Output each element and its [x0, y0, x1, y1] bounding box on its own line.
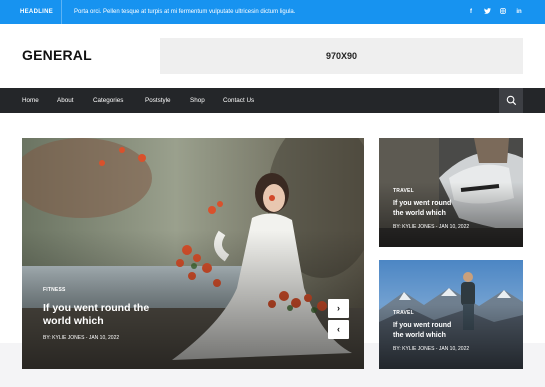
facebook-icon[interactable]: f [463, 9, 479, 15]
slider-next-button[interactable]: › [328, 299, 349, 318]
divider [61, 0, 62, 24]
post-meta: BY: KYLIE JONES - JAN 10, 2022 [393, 224, 470, 230]
post-meta: BY: KYLIE JONES - JAN 10, 2022 [43, 335, 120, 341]
post-title[interactable]: If you went round the world which [43, 302, 149, 328]
headline-tag: HEADLINE [20, 9, 54, 15]
post-title-line: If you went round the [43, 302, 150, 314]
image-overlay [22, 230, 364, 369]
nav-item-categories[interactable]: Categories [93, 88, 123, 113]
search-button[interactable] [499, 88, 523, 113]
search-icon [506, 95, 517, 106]
main-nav: Home About Categories Poststyle Shop Con… [0, 88, 545, 113]
chevron-right-icon: › [337, 303, 340, 313]
twitter-icon[interactable] [479, 8, 495, 16]
post-title[interactable]: If you went round the world which [393, 199, 451, 219]
nav-item-poststyle[interactable]: Poststyle [145, 88, 171, 113]
post-title-line: the world which [393, 332, 446, 339]
ad-label: 970X90 [325, 51, 358, 61]
ad-banner[interactable]: 970X90 [160, 38, 523, 74]
nav-item-about[interactable]: About [57, 88, 73, 113]
nav-item-home[interactable]: Home [22, 88, 39, 113]
social-links: f in [463, 0, 527, 24]
featured-post[interactable]: FITNESS If you went round the world whic… [22, 138, 364, 369]
post-category[interactable]: TRAVEL [393, 310, 414, 316]
side-post[interactable]: TRAVEL If you went round the world which… [379, 138, 523, 247]
post-title-line: If you went round [393, 322, 452, 329]
nav-item-contact[interactable]: Contact Us [223, 88, 254, 113]
post-title-line: world which [43, 315, 104, 327]
post-title-line: the world which [393, 210, 446, 217]
slider-prev-button[interactable]: ‹ [328, 320, 349, 339]
post-title-line: If you went round [393, 200, 452, 207]
instagram-icon[interactable] [495, 8, 511, 16]
nav-item-shop[interactable]: Shop [190, 88, 205, 113]
headline-ticker[interactable]: Porta orci. Pellen tesque at turpis at m… [74, 0, 295, 24]
post-category[interactable]: TRAVEL [393, 188, 414, 194]
post-meta: BY: KYLIE JONES - JAN 10, 2022 [393, 346, 470, 352]
post-title[interactable]: If you went round the world which [393, 321, 451, 341]
chevron-left-icon: ‹ [337, 324, 340, 334]
linkedin-icon[interactable]: in [511, 9, 527, 15]
site-logo[interactable]: GENERAL [22, 47, 92, 63]
top-bar: HEADLINE Porta orci. Pellen tesque at tu… [0, 0, 545, 24]
post-category[interactable]: FITNESS [43, 287, 66, 293]
side-post[interactable]: TRAVEL If you went round the world which… [379, 260, 523, 369]
